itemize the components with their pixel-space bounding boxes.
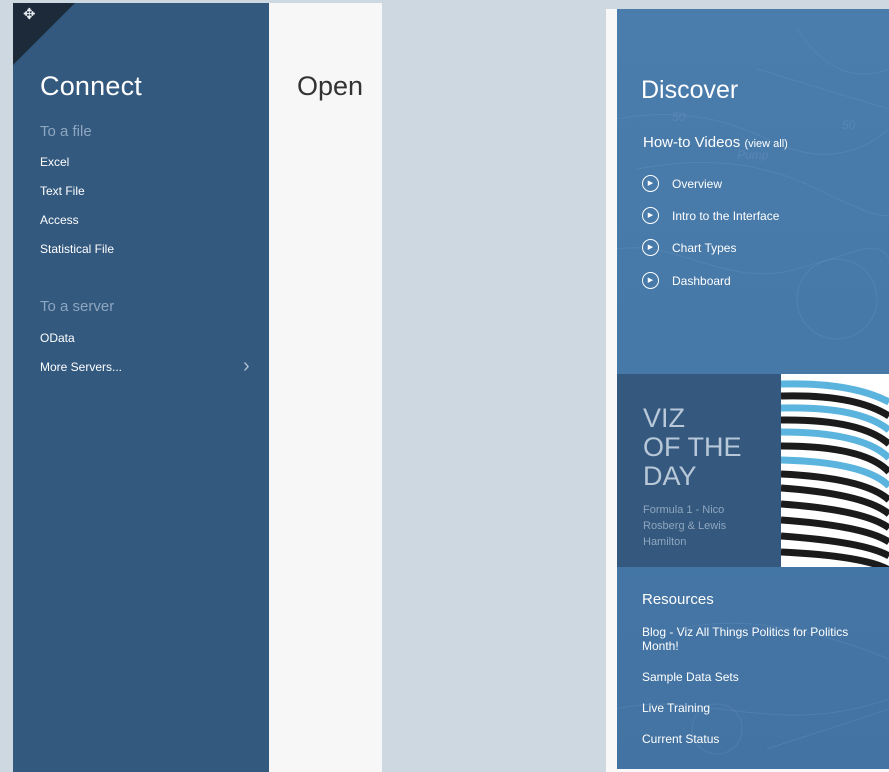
connect-odata-link[interactable]: OData [40,331,75,345]
connect-excel-link[interactable]: Excel [40,155,69,169]
how-to-videos-label: How-to Videos [643,134,741,151]
chevron-right-icon[interactable]: › [243,356,250,376]
resource-blog-link[interactable]: Blog - Viz All Things Politics for Polit… [642,625,867,653]
svg-text:50: 50 [672,110,686,124]
viz-of-the-day-title: VIZ OF THE DAY [643,403,742,491]
resource-live-training-link[interactable]: Live Training [642,701,867,715]
how-to-videos-heading: How-to Videos (view all) [643,134,788,151]
discover-pane: 50 50 Pump Discover How-to Videos (view … [617,9,889,769]
video-overview[interactable]: ▶ Overview [642,175,722,192]
svg-text:50: 50 [842,118,856,132]
resource-current-status-link[interactable]: Current Status [642,732,867,746]
connect-text-file-link[interactable]: Text File [40,184,85,198]
view-all-link[interactable]: (view all) [744,138,787,150]
open-title: Open [297,71,364,101]
video-label: Overview [672,176,723,191]
play-circle-icon: ▶ [642,272,659,289]
move-arrows-icon[interactable]: ✥ [23,7,36,22]
play-circle-icon: ▶ [642,239,659,256]
video-label: Chart Types [672,240,737,255]
video-intro-to-interface[interactable]: ▶ Intro to the Interface [642,207,779,224]
to-a-server-heading: To a server [40,298,115,315]
viz-thumbnail-image [781,374,889,567]
video-label: Intro to the Interface [672,208,780,223]
connect-statistical-file-link[interactable]: Statistical File [40,242,114,256]
connect-access-link[interactable]: Access [40,213,79,227]
resource-sample-data-link[interactable]: Sample Data Sets [642,670,867,684]
video-chart-types[interactable]: ▶ Chart Types [642,239,736,256]
connect-more-servers-link[interactable]: More Servers... [40,360,122,374]
connect-pane: ✥ Connect To a file Excel Text File Acce… [13,3,269,772]
video-dashboard[interactable]: ▶ Dashboard [642,272,731,289]
viz-of-the-day-subtitle: Formula 1 - Nico Rosberg & Lewis Hamilto… [643,504,727,548]
connect-title: Connect [40,71,142,101]
open-pane: Open [269,3,382,772]
play-circle-icon: ▶ [642,207,659,224]
discover-title: Discover [641,76,739,104]
play-circle-icon: ▶ [642,175,659,192]
resources-heading: Resources [642,591,714,608]
viz-of-the-day-card[interactable]: VIZ OF THE DAY Formula 1 - Nico Rosberg … [617,374,889,567]
video-label: Dashboard [672,273,731,288]
to-a-file-heading: To a file [40,123,92,140]
